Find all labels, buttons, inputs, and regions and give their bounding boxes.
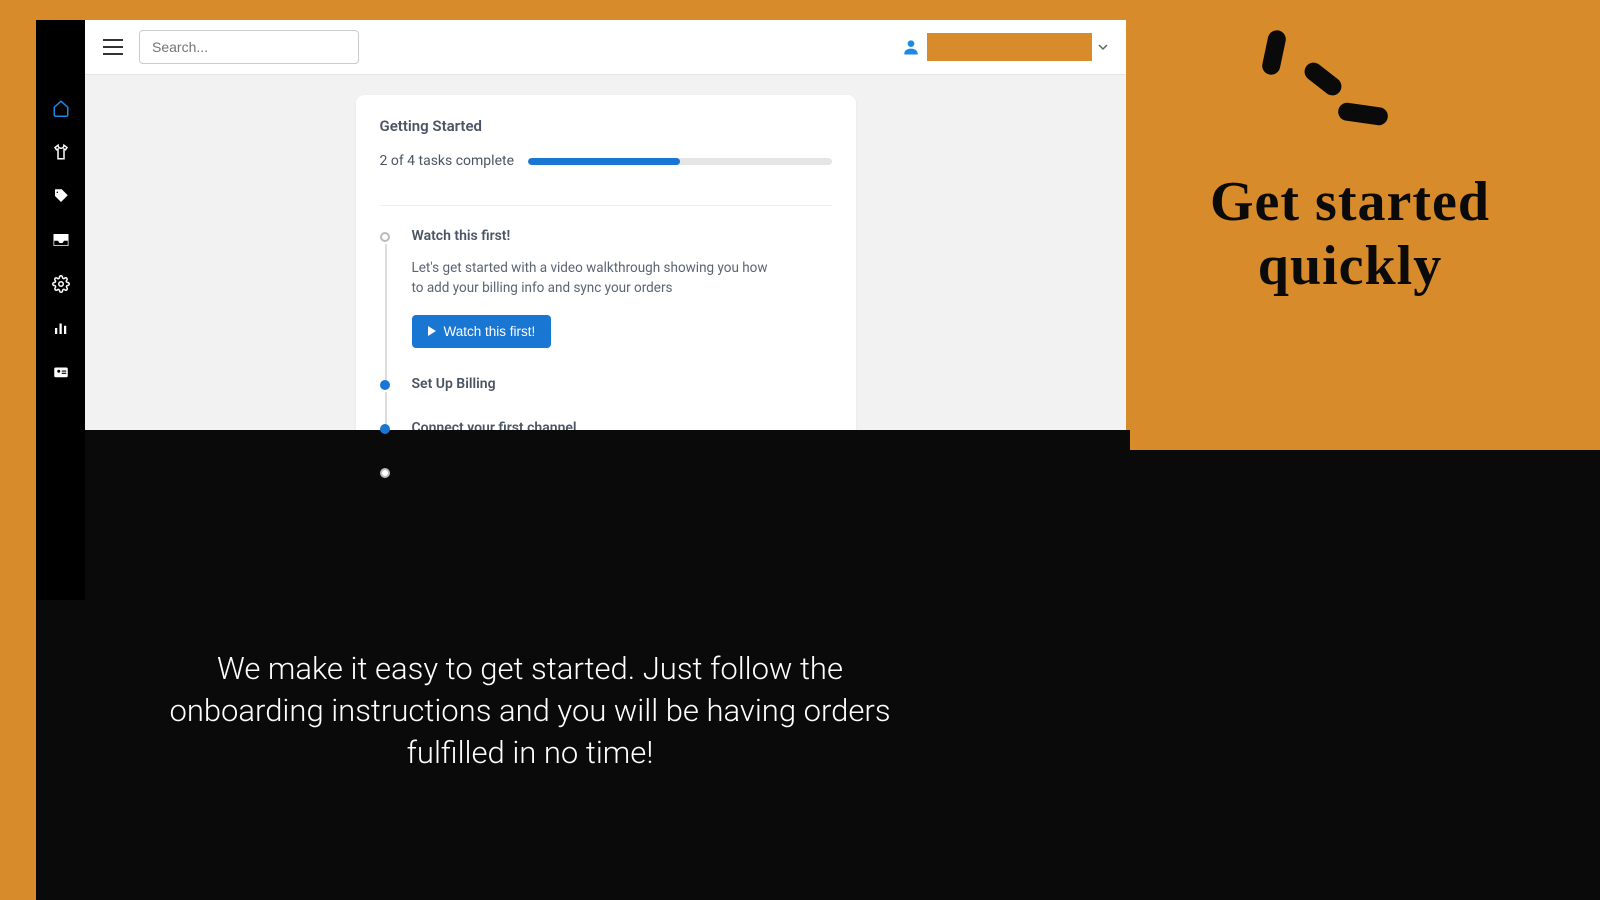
- task-marker-complete: [380, 424, 390, 434]
- sidebar-inbox-icon[interactable]: [51, 230, 71, 250]
- task-title: Set Up Billing: [412, 376, 832, 392]
- user-icon: [901, 37, 921, 57]
- card-title: Getting Started: [380, 117, 832, 135]
- watch-first-button[interactable]: Watch this first!: [412, 315, 552, 348]
- task-marker-complete: [380, 380, 390, 390]
- play-icon: [428, 326, 436, 336]
- hamburger-icon[interactable]: [103, 39, 123, 55]
- sidebar-tag-icon[interactable]: [51, 186, 71, 206]
- marketing-headline: Get started quickly: [1140, 170, 1560, 299]
- task-setup-billing[interactable]: Set Up Billing: [380, 376, 832, 420]
- sidebar: [36, 20, 85, 600]
- sidebar-idcard-icon[interactable]: [51, 362, 71, 382]
- user-menu[interactable]: [901, 33, 1108, 61]
- task-watch-first[interactable]: Watch this first! Let's get started with…: [380, 228, 832, 376]
- search-input[interactable]: [139, 30, 359, 64]
- sidebar-home-icon[interactable]: [51, 98, 71, 118]
- sidebar-chart-icon[interactable]: [51, 318, 71, 338]
- sidebar-shirt-icon[interactable]: [51, 142, 71, 162]
- progress-text: 2 of 4 tasks complete: [380, 153, 515, 169]
- sidebar-settings-icon[interactable]: [51, 274, 71, 294]
- topbar: [85, 20, 1126, 75]
- progress-fill: [528, 158, 680, 165]
- progress-row: 2 of 4 tasks complete: [380, 153, 832, 187]
- task-marker-incomplete: [380, 232, 390, 242]
- task-marker-incomplete: [380, 468, 390, 478]
- progress-bar: [528, 158, 831, 165]
- user-name-badge: [927, 33, 1092, 61]
- marketing-body: We make it easy to get started. Just fol…: [150, 648, 910, 774]
- accent-marks: [1220, 30, 1420, 150]
- task-title: Watch this first!: [412, 228, 832, 244]
- task-desc: Let's get started with a video walkthrou…: [412, 258, 782, 299]
- chevron-down-icon: [1098, 42, 1108, 52]
- wave-divider: [36, 430, 1600, 610]
